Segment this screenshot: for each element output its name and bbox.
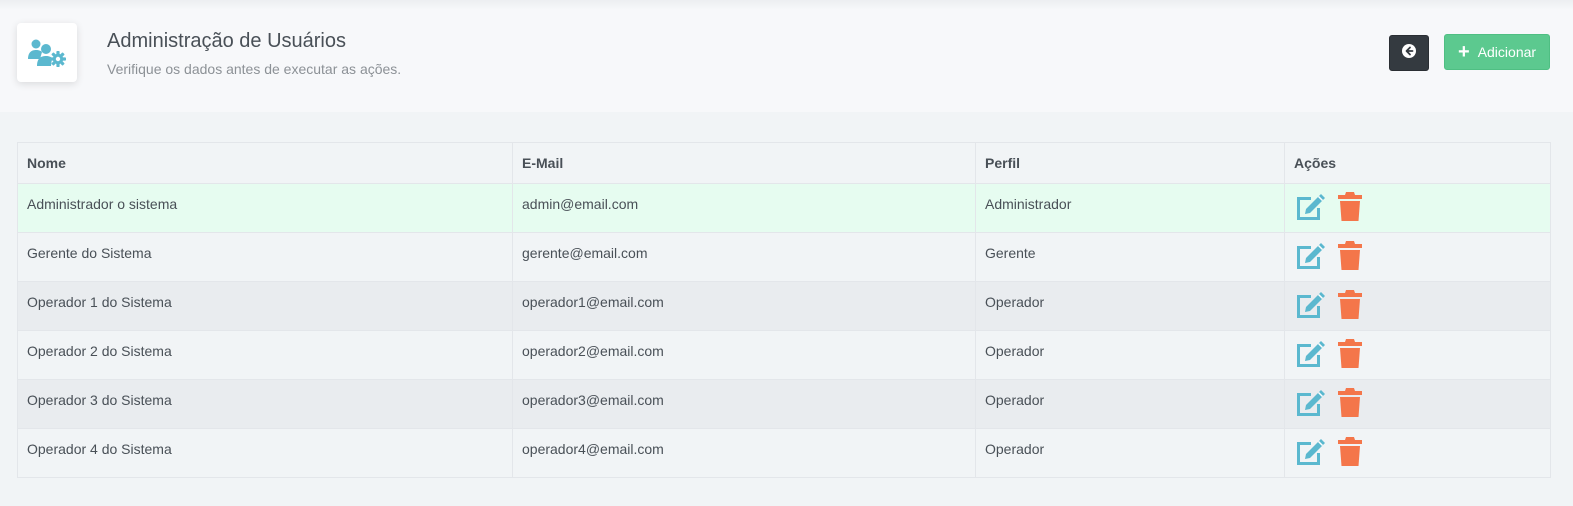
cell-actions: [1284, 379, 1551, 429]
cell-name: Operador 3 do Sistema: [17, 379, 513, 429]
table-row[interactable]: Operador 1 do Sistema operador1@email.co…: [17, 281, 1551, 331]
users-cog-icon: [17, 23, 77, 82]
cell-email: gerente@email.com: [512, 232, 976, 282]
edit-icon[interactable]: [1294, 191, 1327, 225]
cell-actions: [1284, 281, 1551, 331]
cell-actions: [1284, 428, 1551, 478]
cell-email: operador2@email.com: [512, 330, 976, 380]
cell-email: admin@email.com: [512, 183, 976, 233]
page-subtitle: Verifique os dados antes de executar as …: [107, 61, 402, 77]
edit-icon[interactable]: [1294, 387, 1327, 421]
page-header: Administração de Usuários Verifique os d…: [0, 0, 1573, 112]
cell-name: Operador 4 do Sistema: [17, 428, 513, 478]
cell-name: Operador 1 do Sistema: [17, 281, 513, 331]
table-row[interactable]: Operador 3 do Sistema operador3@email.co…: [17, 379, 1551, 429]
table-row[interactable]: Operador 4 do Sistema operador4@email.co…: [17, 428, 1551, 478]
table-row[interactable]: Administrador o sistema admin@email.com …: [17, 183, 1551, 233]
cell-profile: Gerente: [975, 232, 1285, 282]
table-row[interactable]: Gerente do Sistema gerente@email.com Ger…: [17, 232, 1551, 282]
trash-icon[interactable]: [1337, 289, 1363, 323]
cell-name: Administrador o sistema: [17, 183, 513, 233]
column-header-profile[interactable]: Perfil: [975, 142, 1285, 184]
cell-email: operador4@email.com: [512, 428, 976, 478]
edit-icon[interactable]: [1294, 289, 1327, 323]
trash-icon[interactable]: [1337, 338, 1363, 372]
column-header-actions: Ações: [1284, 142, 1551, 184]
edit-icon[interactable]: [1294, 436, 1327, 470]
trash-icon[interactable]: [1337, 191, 1363, 225]
trash-icon[interactable]: [1337, 387, 1363, 421]
trash-icon[interactable]: [1337, 240, 1363, 274]
cell-profile: Operador: [975, 379, 1285, 429]
cell-actions: [1284, 232, 1551, 282]
cell-name: Operador 2 do Sistema: [17, 330, 513, 380]
plus-icon: +: [1458, 41, 1470, 63]
cell-profile: Operador: [975, 330, 1285, 380]
table-body: Administrador o sistema admin@email.com …: [17, 183, 1551, 478]
column-header-name[interactable]: Nome: [17, 142, 513, 184]
page-title: Administração de Usuários: [107, 30, 346, 52]
back-button[interactable]: [1389, 35, 1429, 71]
edit-icon[interactable]: [1294, 240, 1327, 274]
cell-email: operador3@email.com: [512, 379, 976, 429]
add-button[interactable]: + Adicionar: [1444, 34, 1550, 70]
column-header-email[interactable]: E-Mail: [512, 142, 976, 184]
cell-profile: Administrador: [975, 183, 1285, 233]
cell-actions: [1284, 183, 1551, 233]
cell-profile: Operador: [975, 281, 1285, 331]
arrow-circle-left-icon: [1402, 43, 1416, 63]
cell-email: operador1@email.com: [512, 281, 976, 331]
users-table: Nome E-Mail Perfil Ações Administrador o…: [17, 142, 1551, 478]
trash-icon[interactable]: [1337, 436, 1363, 470]
edit-icon[interactable]: [1294, 338, 1327, 372]
users-table-container: Nome E-Mail Perfil Ações Administrador o…: [17, 142, 1551, 478]
add-button-label: Adicionar: [1477, 44, 1537, 60]
table-header-row: Nome E-Mail Perfil Ações: [17, 142, 1551, 184]
cell-name: Gerente do Sistema: [17, 232, 513, 282]
cell-actions: [1284, 330, 1551, 380]
table-row[interactable]: Operador 2 do Sistema operador2@email.co…: [17, 330, 1551, 380]
cell-profile: Operador: [975, 428, 1285, 478]
